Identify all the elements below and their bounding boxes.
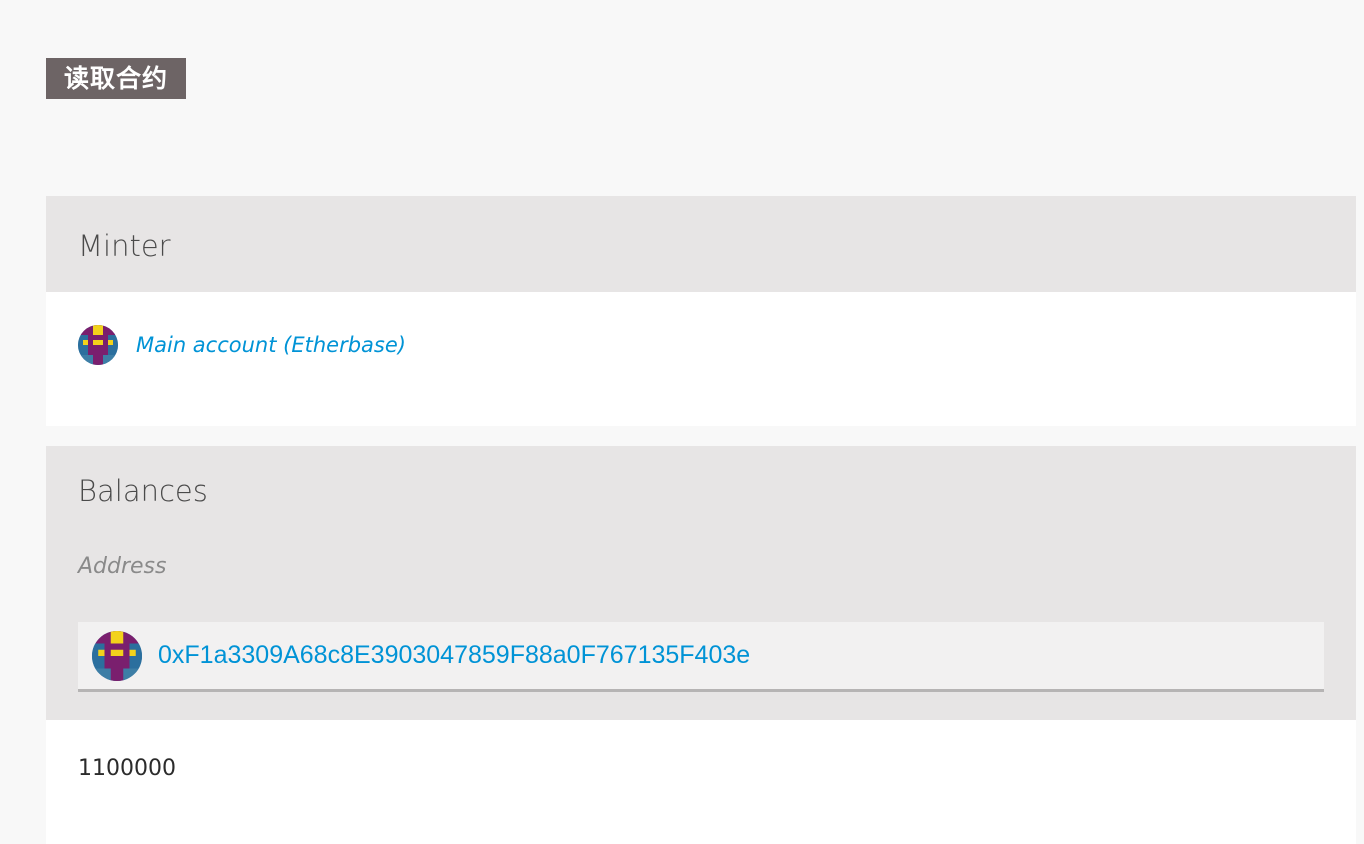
balances-header: Balances Address 0xF1a3309A68c8E39030478…: [46, 446, 1356, 720]
minter-result: Main account (Etherbase): [46, 292, 1356, 426]
balances-panel: Balances Address 0xF1a3309A68c8E39030478…: [46, 446, 1356, 844]
page: 读取合约 Minter Main account (Etherbase) Bal…: [0, 0, 1364, 844]
section-title: 读取合约: [46, 58, 187, 99]
minter-account-link[interactable]: Main account (Etherbase): [78, 325, 406, 365]
identicon-icon: [78, 325, 118, 365]
minter-title: Minter: [46, 196, 1356, 292]
balance-result: 1100000: [78, 756, 176, 781]
minter-panel: Minter Main account (Etherbase): [46, 196, 1356, 426]
identicon-icon: [92, 630, 142, 681]
address-label: Address: [78, 554, 167, 579]
balances-title: Balances: [78, 474, 208, 508]
address-value: 0xF1a3309A68c8E3903047859F88a0F767135F40…: [158, 641, 751, 669]
balances-result-area: 1100000: [46, 720, 1356, 844]
minter-account-label: Main account (Etherbase): [136, 333, 406, 357]
address-input[interactable]: 0xF1a3309A68c8E3903047859F88a0F767135F40…: [78, 622, 1324, 692]
